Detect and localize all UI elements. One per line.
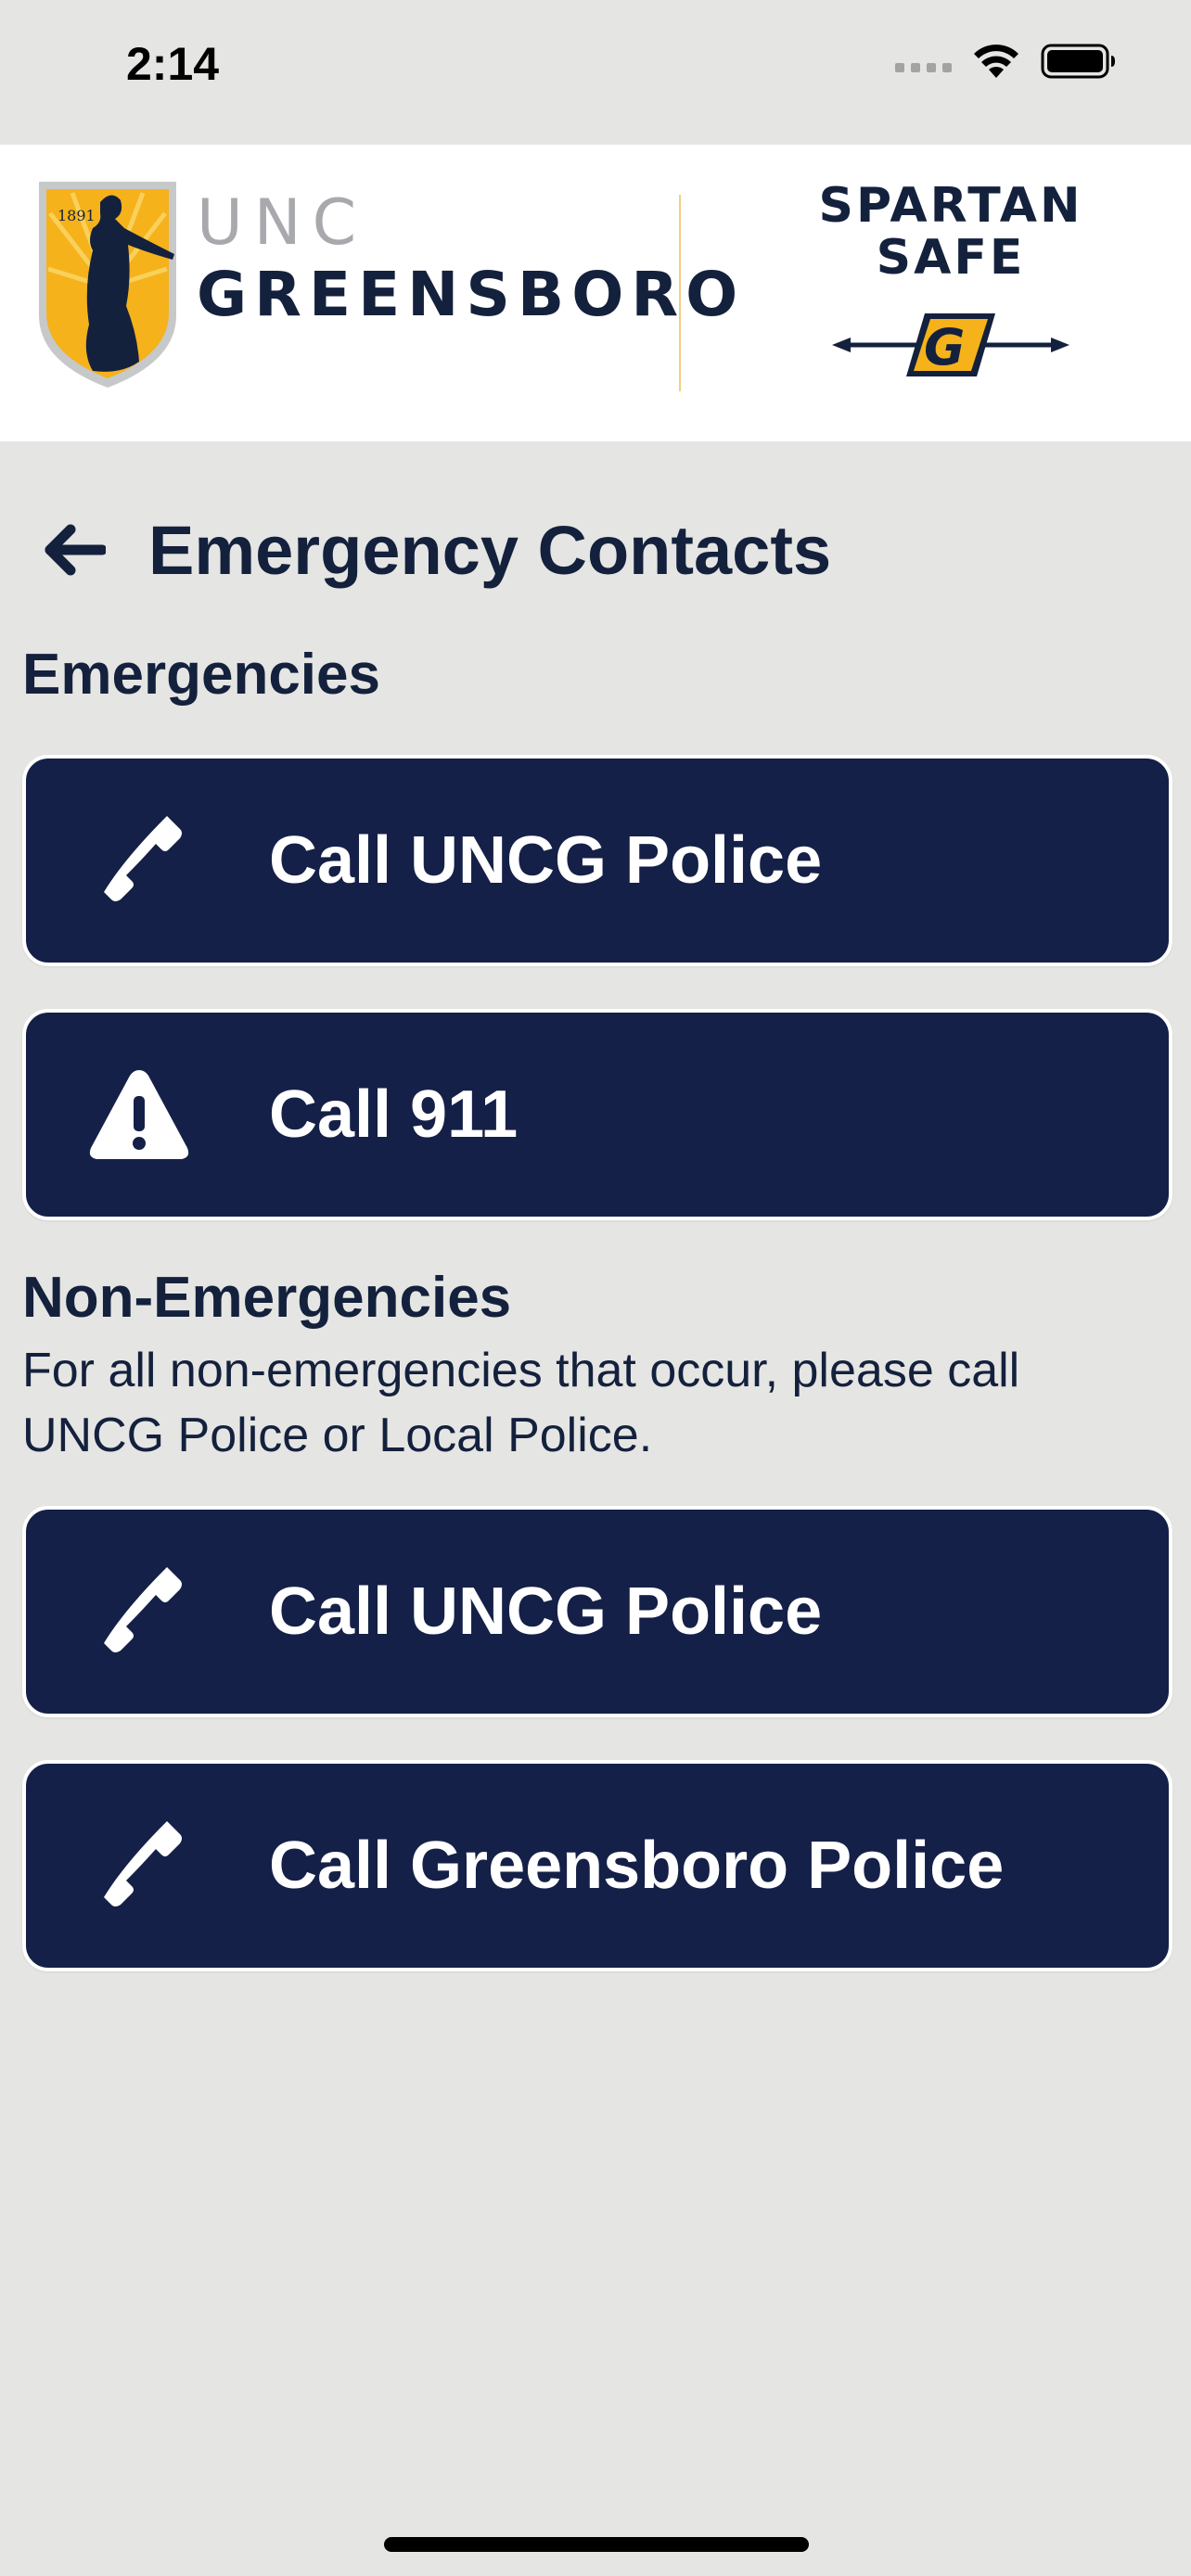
status-time: 2:14 bbox=[126, 38, 220, 90]
non-emergencies-description: For all non-emergencies that occur, plea… bbox=[22, 1344, 1020, 1462]
phone-icon bbox=[104, 1821, 182, 1906]
phone-icon bbox=[95, 816, 182, 909]
spartan-safe-logo: SPARTAN SAFE G bbox=[779, 180, 1122, 382]
warning-icon bbox=[89, 1070, 189, 1159]
phone-icon bbox=[104, 1567, 182, 1652]
brand-header: 1891 UNC GREENSBORO SPARTAN SAFE G bbox=[0, 145, 1191, 441]
call-911-button[interactable]: Call 911 bbox=[22, 1009, 1172, 1220]
app-screen: 2:14 1891 UNC GREENSBORO SPARTAN SAFE G … bbox=[0, 0, 1191, 2576]
call-greensboro-police-button[interactable]: Call Greensboro Police bbox=[22, 1760, 1172, 1971]
home-indicator[interactable] bbox=[384, 2537, 809, 2552]
wifi-icon bbox=[974, 45, 1018, 78]
spartan-safe-line1: SPARTAN bbox=[818, 178, 1083, 234]
cellular-signal-icon bbox=[895, 43, 952, 80]
uncg-seal-logo: 1891 bbox=[39, 182, 176, 388]
status-icons bbox=[895, 43, 1117, 80]
call-911-label: Call 911 bbox=[269, 1078, 519, 1152]
call-uncg-police-emergency-label: Call UNCG Police bbox=[269, 823, 823, 898]
back-button[interactable] bbox=[41, 516, 109, 584]
brand-divider bbox=[679, 195, 681, 391]
call-uncg-police-emergency-button[interactable]: Call UNCG Police bbox=[22, 755, 1172, 966]
non-emergencies-heading: Non-Emergencies bbox=[22, 1266, 512, 1330]
arrow-left-icon bbox=[45, 524, 106, 576]
svg-text:1891: 1891 bbox=[58, 207, 96, 224]
uncg-wordmark-line2: GREENSBORO bbox=[197, 259, 746, 330]
uncg-wordmark: UNC GREENSBORO bbox=[197, 189, 745, 332]
page-title: Emergency Contacts bbox=[148, 511, 832, 589]
spartan-safe-line2: SAFE bbox=[876, 230, 1026, 286]
call-uncg-police-button[interactable]: Call UNCG Police bbox=[22, 1506, 1172, 1717]
battery-icon bbox=[1041, 44, 1115, 79]
page-title-row: Emergency Contacts bbox=[41, 508, 831, 592]
svg-text:G: G bbox=[924, 318, 965, 376]
status-bar: 2:14 bbox=[0, 0, 1191, 145]
call-uncg-police-label: Call UNCG Police bbox=[269, 1575, 823, 1649]
uncg-wordmark-line1: UNC bbox=[197, 186, 368, 260]
spear-g-icon: G bbox=[832, 313, 1069, 376]
emergencies-heading: Emergencies bbox=[22, 643, 380, 707]
call-greensboro-police-label: Call Greensboro Police bbox=[269, 1829, 1005, 1903]
